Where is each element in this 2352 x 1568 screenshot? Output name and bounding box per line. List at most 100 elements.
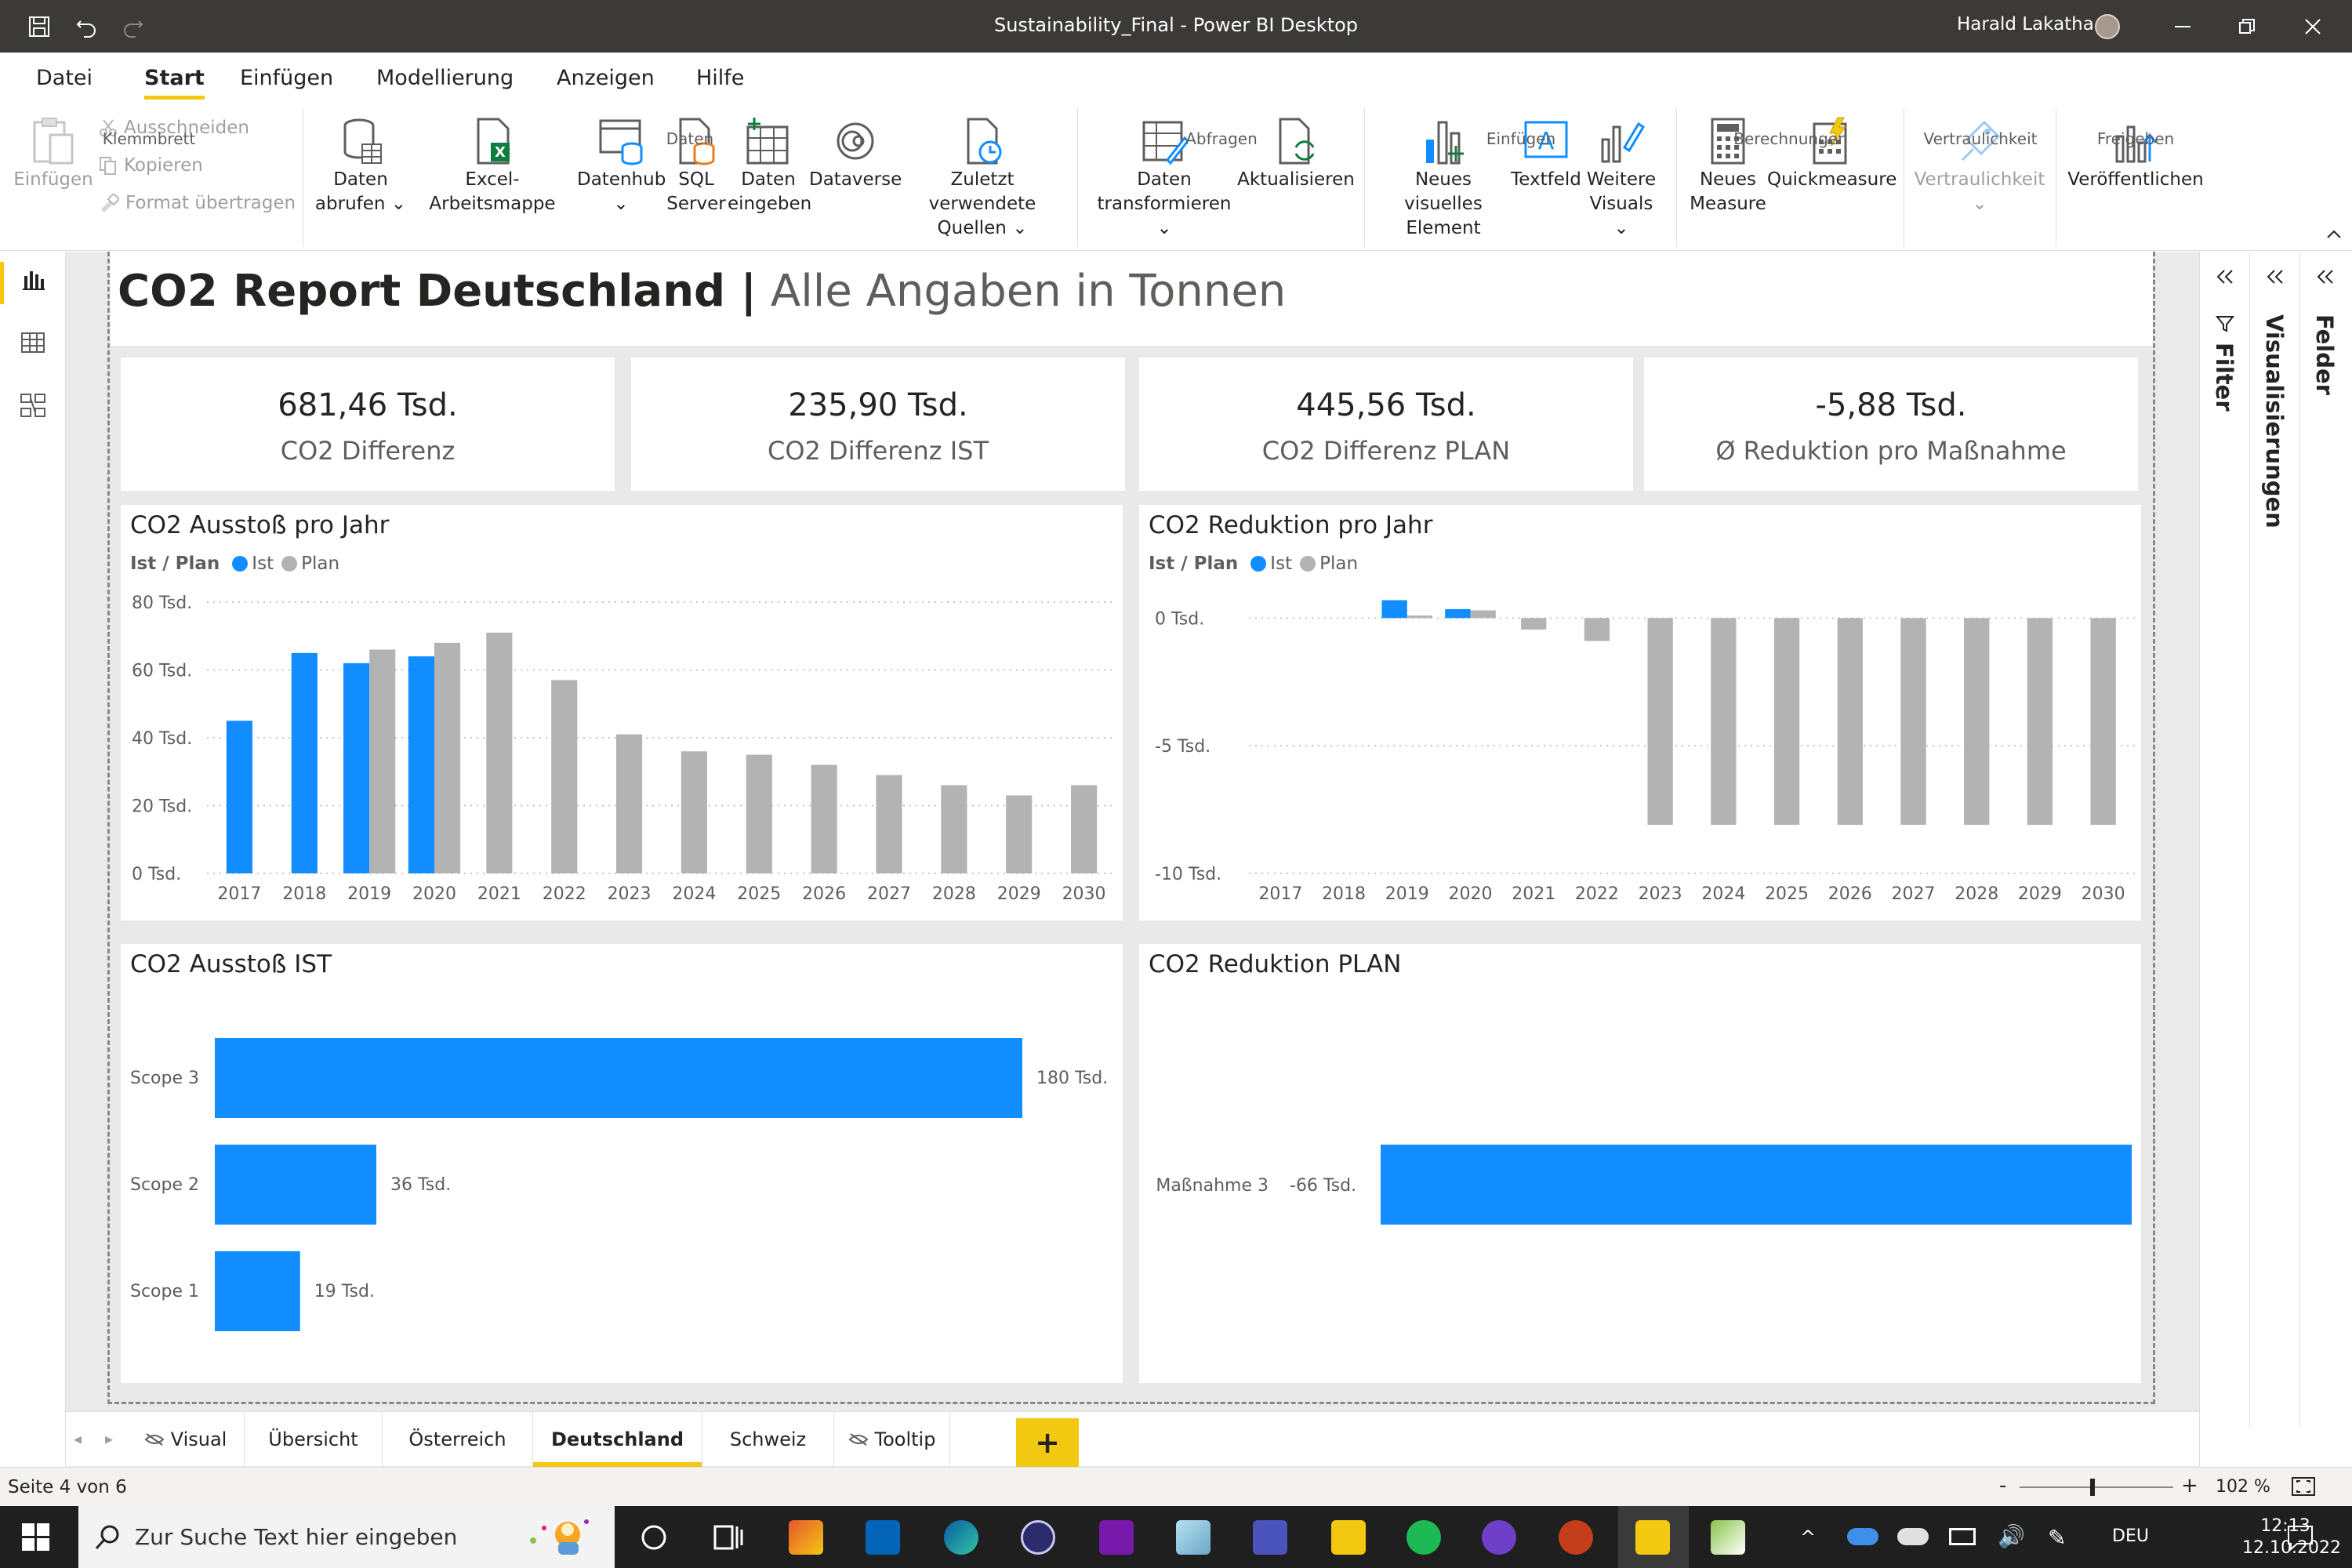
chart-reduction-plan[interactable]: CO2 Reduktion PLAN Maßnahme 3 -66 Tsd. — [1139, 944, 2141, 1383]
copy-icon — [100, 157, 116, 175]
menu-datei[interactable]: Datei — [36, 66, 93, 90]
visualizations-pane[interactable]: Visualisierungen — [2250, 252, 2300, 1428]
tab-visual[interactable]: Visual — [127, 1412, 245, 1467]
spotify-icon[interactable] — [1406, 1520, 1441, 1555]
redo-icon[interactable] — [118, 11, 149, 42]
tab-uebersicht[interactable]: Übersicht — [245, 1412, 383, 1467]
menu-modellierung[interactable]: Modellierung — [376, 66, 514, 90]
snipping-tool-icon[interactable] — [789, 1520, 823, 1555]
model-view-icon[interactable] — [16, 388, 50, 423]
quick-measure-button[interactable]: Quickmeasure — [1767, 116, 1896, 192]
fit-to-page-icon[interactable] — [2291, 1475, 2316, 1501]
get-data-button[interactable]: Daten abrufen ⌄ — [314, 116, 408, 216]
y-tick-label: 80 Tsd. — [132, 593, 192, 613]
taskbar-search[interactable]: Zur Suche Text hier eingeben — [78, 1506, 615, 1568]
github-icon[interactable] — [1482, 1520, 1516, 1555]
zoom-in-button[interactable]: + — [2181, 1474, 2198, 1497]
volume-icon[interactable]: 🔊 — [1998, 1523, 2025, 1549]
battery-icon[interactable] — [1949, 1528, 1976, 1545]
notifications-icon[interactable] — [2286, 1523, 2314, 1555]
hidden-page-icon — [848, 1433, 869, 1446]
tabs-scroll-right-icon[interactable]: ▸ — [105, 1429, 113, 1448]
zoom-slider-thumb[interactable] — [2090, 1479, 2095, 1496]
minimize-icon[interactable] — [2159, 9, 2206, 44]
data-label: 36 Tsd. — [390, 1175, 451, 1195]
paint-icon[interactable] — [1711, 1520, 1745, 1555]
kpi-card[interactable]: -5,88 Tsd. Ø Reduktion pro Maßnahme — [1644, 358, 2138, 491]
kpi-label: CO2 Differenz — [280, 436, 456, 466]
tab-tooltip[interactable]: Tooltip — [834, 1412, 950, 1467]
avatar[interactable] — [2095, 14, 2120, 39]
save-icon[interactable] — [24, 11, 55, 42]
ist-bar — [226, 720, 252, 873]
expand-filter-icon[interactable] — [2211, 263, 2239, 291]
excel-icon: X — [477, 118, 510, 165]
task-view-circle-icon[interactable] — [638, 1522, 670, 1556]
outlook-icon[interactable] — [866, 1520, 900, 1555]
chevron-up-icon[interactable]: ^ — [1800, 1526, 1816, 1548]
excel-button[interactable]: X Excel-Arbeitsmappe — [406, 116, 579, 216]
svg-text:X: X — [495, 144, 506, 161]
cloud-icon[interactable] — [1897, 1528, 1929, 1545]
tabs-scroll-left-icon[interactable]: ◂ — [74, 1429, 82, 1448]
edge-icon[interactable] — [944, 1520, 978, 1555]
filter-pane[interactable]: Filter — [2200, 252, 2250, 1428]
password-manager-icon[interactable] — [1021, 1520, 1055, 1555]
report-view-icon[interactable] — [16, 263, 50, 297]
fields-pane[interactable]: Felder — [2300, 252, 2350, 1428]
notepad-icon[interactable] — [1176, 1520, 1210, 1555]
system-clock[interactable]: 12:13 12.10.2022 — [2242, 1515, 2341, 1559]
kpi-card[interactable]: 235,90 Tsd. CO2 Differenz IST — [631, 358, 1125, 491]
zoom-out-button[interactable]: - — [1999, 1474, 2006, 1497]
collapse-ribbon-icon[interactable] — [2325, 227, 2346, 243]
textbox-button[interactable]: A Textfeld — [1508, 116, 1584, 192]
expand-fields-icon[interactable] — [2311, 263, 2339, 291]
tab-deutschland[interactable]: Deutschland — [533, 1412, 702, 1467]
more-visuals-button[interactable]: Weitere Visuals ⌄ — [1582, 116, 1661, 241]
ist-bar — [1381, 600, 1407, 619]
teams-icon[interactable] — [1253, 1520, 1287, 1555]
copy-button[interactable]: Kopieren — [99, 155, 203, 176]
kpi-card[interactable]: 445,56 Tsd. CO2 Differenz PLAN — [1139, 358, 1633, 491]
tab-oesterreich[interactable]: Österreich — [383, 1412, 533, 1467]
user-name[interactable]: Harald Lakatha — [1957, 14, 2094, 34]
x-tick-label: 2026 — [1828, 884, 1872, 904]
menu-einfuegen[interactable]: Einfügen — [240, 66, 333, 90]
publish-button[interactable]: Veröffentlichen — [2065, 116, 2206, 192]
powerbi-taskbar-icon[interactable] — [1635, 1520, 1670, 1555]
tab-schweiz[interactable]: Schweiz — [702, 1412, 834, 1467]
recent-sources-button[interactable]: Zuletzt verwendete Quellen ⌄ — [898, 116, 1066, 241]
add-page-button[interactable]: + — [1016, 1418, 1079, 1467]
powerpoint-icon[interactable] — [1559, 1520, 1593, 1555]
zoom-level[interactable]: 102 % — [2216, 1477, 2270, 1497]
undo-icon[interactable] — [71, 11, 102, 42]
pen-icon[interactable]: ✎ — [2048, 1525, 2066, 1551]
data-view-icon[interactable] — [16, 325, 50, 360]
file-explorer-icon[interactable] — [1331, 1520, 1366, 1555]
fields-pane-label: Felder — [2311, 314, 2338, 395]
task-view-icon[interactable] — [712, 1522, 743, 1556]
kpi-card[interactable]: 681,46 Tsd. CO2 Differenz — [121, 358, 615, 491]
close-icon[interactable] — [2289, 9, 2336, 44]
format-painter-button[interactable]: Format übertragen — [99, 193, 296, 213]
windows-start-icon[interactable] — [22, 1523, 50, 1555]
dataverse-button[interactable]: Dataverse — [809, 116, 902, 192]
menu-bar: Datei Start Einfügen Modellierung Anzeig… — [0, 53, 2352, 100]
onedrive-icon[interactable] — [1847, 1528, 1878, 1545]
restore-icon[interactable] — [2223, 9, 2270, 44]
refresh-button[interactable]: Aktualisieren — [1237, 116, 1355, 192]
x-tick-label: 2025 — [1765, 884, 1809, 904]
menu-start[interactable]: Start — [144, 66, 205, 100]
menu-anzeigen[interactable]: Anzeigen — [557, 66, 655, 90]
paste-button[interactable]: Einfügen — [11, 116, 96, 192]
language-indicator[interactable]: DEU — [2112, 1526, 2149, 1546]
onenote-icon[interactable] — [1099, 1520, 1134, 1555]
zoom-slider[interactable] — [2020, 1486, 2173, 1488]
chart-emissions-actual[interactable]: CO2 Ausstoß IST Scope 3 180 Tsd. Scope 2 36… — [121, 944, 1123, 1383]
chart-emissions-per-year[interactable]: CO2 Ausstoß pro Jahr Ist / Plan Ist Plan… — [121, 505, 1123, 920]
kpi-value: 681,46 Tsd. — [278, 387, 458, 423]
menu-hilfe[interactable]: Hilfe — [696, 66, 744, 90]
plan-bar — [1521, 618, 1547, 630]
expand-visualizations-icon[interactable] — [2261, 263, 2289, 291]
chart-reduction-per-year[interactable]: CO2 Reduktion pro Jahr Ist / Plan Ist Pl… — [1139, 505, 2141, 920]
